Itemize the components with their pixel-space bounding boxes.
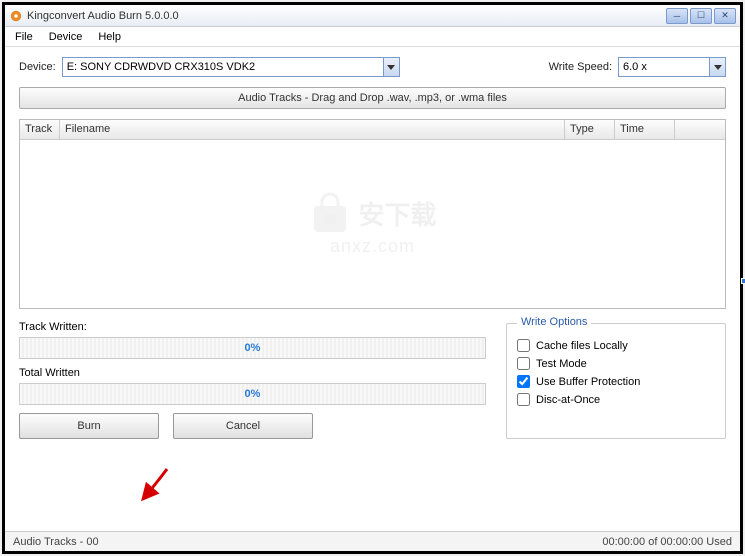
total-written-bar: 0%	[19, 383, 486, 405]
burn-button[interactable]: Burn	[19, 413, 159, 439]
drop-header[interactable]: Audio Tracks - Drag and Drop .wav, .mp3,…	[19, 87, 726, 109]
menu-file[interactable]: File	[9, 29, 39, 45]
cache-checkbox[interactable]	[517, 339, 530, 352]
app-icon	[9, 9, 23, 23]
col-filename[interactable]: Filename	[60, 120, 565, 139]
writespeed-label: Write Speed:	[549, 61, 612, 73]
dropdown-arrow-icon	[383, 58, 399, 76]
menu-help[interactable]: Help	[92, 29, 127, 45]
test-label: Test Mode	[536, 358, 587, 370]
col-time[interactable]: Time	[615, 120, 675, 139]
buffer-checkbox-row[interactable]: Use Buffer Protection	[517, 375, 715, 388]
write-options-group: Write Options Cache files Locally Test M…	[506, 323, 726, 439]
menu-device[interactable]: Device	[43, 29, 89, 45]
statusbar: Audio Tracks - 00 00:00:00 of 00:00:00 U…	[5, 531, 740, 551]
status-left: Audio Tracks - 00	[13, 536, 602, 548]
total-written-label: Total Written	[19, 367, 486, 379]
window-title: Kingconvert Audio Burn 5.0.0.0	[27, 10, 666, 22]
table-header: Track Filename Type Time	[20, 120, 725, 140]
dao-label: Disc-at-Once	[536, 394, 600, 406]
cache-checkbox-row[interactable]: Cache files Locally	[517, 339, 715, 352]
resize-handle[interactable]	[741, 278, 745, 284]
device-value: E: SONY CDRWDVD CRX310S VDK2	[67, 61, 255, 73]
test-checkbox-row[interactable]: Test Mode	[517, 357, 715, 370]
col-track[interactable]: Track	[20, 120, 60, 139]
menubar: File Device Help	[5, 27, 740, 47]
maximize-button[interactable]: ☐	[690, 8, 712, 24]
col-type[interactable]: Type	[565, 120, 615, 139]
track-written-bar: 0%	[19, 337, 486, 359]
track-written-pct: 0%	[245, 342, 261, 354]
write-options-legend: Write Options	[517, 316, 591, 328]
dao-checkbox-row[interactable]: Disc-at-Once	[517, 393, 715, 406]
track-table[interactable]: Track Filename Type Time 安下载 anxz.com	[19, 119, 726, 309]
close-button[interactable]: ✕	[714, 8, 736, 24]
buffer-checkbox[interactable]	[517, 375, 530, 388]
writespeed-select[interactable]: 6.0 x	[618, 57, 726, 77]
buffer-label: Use Buffer Protection	[536, 376, 640, 388]
dao-checkbox[interactable]	[517, 393, 530, 406]
cancel-button[interactable]: Cancel	[173, 413, 313, 439]
track-written-label: Track Written:	[19, 321, 486, 333]
minimize-button[interactable]: ─	[666, 8, 688, 24]
annotation-arrow-icon	[135, 465, 175, 505]
test-checkbox[interactable]	[517, 357, 530, 370]
col-empty	[675, 120, 725, 139]
bag-icon	[308, 192, 352, 236]
dropdown-arrow-icon	[709, 58, 725, 76]
device-select[interactable]: E: SONY CDRWDVD CRX310S VDK2	[62, 57, 400, 77]
writespeed-value: 6.0 x	[623, 61, 647, 73]
table-body[interactable]: 安下载 anxz.com	[20, 140, 725, 308]
titlebar: Kingconvert Audio Burn 5.0.0.0 ─ ☐ ✕	[5, 5, 740, 27]
cache-label: Cache files Locally	[536, 340, 628, 352]
status-right: 00:00:00 of 00:00:00 Used	[602, 536, 732, 548]
total-written-pct: 0%	[245, 388, 261, 400]
watermark: 安下载 anxz.com	[308, 192, 436, 257]
device-label: Device:	[19, 61, 56, 73]
